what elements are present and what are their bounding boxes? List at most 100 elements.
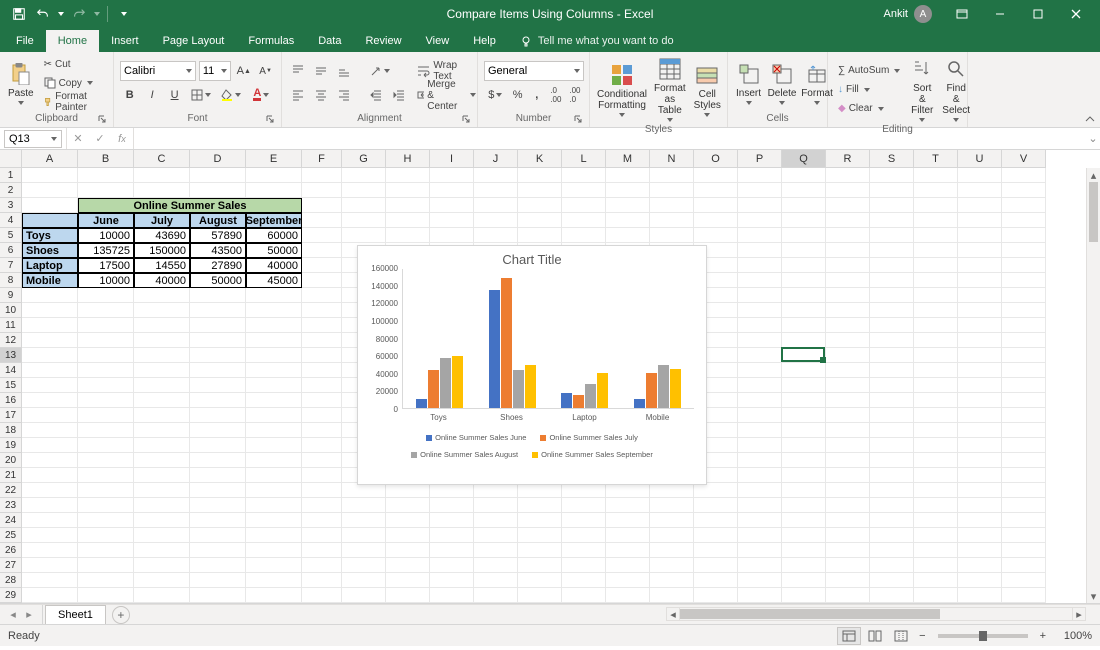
- cell-E5[interactable]: 60000: [246, 228, 302, 243]
- row-header-2[interactable]: 2: [0, 183, 22, 198]
- horizontal-scrollbar[interactable]: ◂ ▸: [666, 607, 1086, 621]
- save-icon[interactable]: [8, 3, 30, 25]
- number-format-combo[interactable]: General: [484, 61, 584, 81]
- cell-S13[interactable]: [870, 348, 914, 363]
- italic-button[interactable]: I: [142, 85, 161, 105]
- cell-V27[interactable]: [1002, 558, 1046, 573]
- cell-S28[interactable]: [870, 573, 914, 588]
- cell-S11[interactable]: [870, 318, 914, 333]
- cell-E19[interactable]: [246, 438, 302, 453]
- accounting-format-icon[interactable]: $: [484, 85, 507, 105]
- cell-G23[interactable]: [342, 498, 386, 513]
- paste-button[interactable]: Paste: [6, 60, 36, 107]
- cell-P12[interactable]: [738, 333, 782, 348]
- cell-M4[interactable]: [606, 213, 650, 228]
- cell-U21[interactable]: [958, 468, 1002, 483]
- redo-dropdown-icon[interactable]: [92, 3, 102, 25]
- cell-K22[interactable]: [518, 483, 562, 498]
- cell-R28[interactable]: [826, 573, 870, 588]
- cell-M22[interactable]: [606, 483, 650, 498]
- cell-J26[interactable]: [474, 543, 518, 558]
- scroll-up-icon[interactable]: ▴: [1087, 168, 1100, 182]
- cell-M2[interactable]: [606, 183, 650, 198]
- decrease-indent-icon[interactable]: [366, 85, 386, 105]
- cell-N29[interactable]: [650, 588, 694, 603]
- cell-C28[interactable]: [134, 573, 190, 588]
- increase-decimal-icon[interactable]: .0.00: [548, 85, 564, 105]
- cell-E16[interactable]: [246, 393, 302, 408]
- cell-D1[interactable]: [190, 168, 246, 183]
- cell-C20[interactable]: [134, 453, 190, 468]
- cell-S16[interactable]: [870, 393, 914, 408]
- border-button[interactable]: [187, 85, 214, 105]
- cell-B28[interactable]: [78, 573, 134, 588]
- cell-Q23[interactable]: [782, 498, 826, 513]
- cell-C8[interactable]: 40000: [134, 273, 190, 288]
- cell-U16[interactable]: [958, 393, 1002, 408]
- cell-V25[interactable]: [1002, 528, 1046, 543]
- cell-R29[interactable]: [826, 588, 870, 603]
- col-header-F[interactable]: F: [302, 150, 342, 168]
- cell-G3[interactable]: [342, 198, 386, 213]
- cell-A29[interactable]: [22, 588, 78, 603]
- cell-D16[interactable]: [190, 393, 246, 408]
- cell-E25[interactable]: [246, 528, 302, 543]
- row-header-25[interactable]: 25: [0, 528, 22, 543]
- cell-U17[interactable]: [958, 408, 1002, 423]
- cell-F29[interactable]: [302, 588, 342, 603]
- cell-P29[interactable]: [738, 588, 782, 603]
- cell-E29[interactable]: [246, 588, 302, 603]
- tab-page-layout[interactable]: Page Layout: [151, 30, 237, 52]
- cell-L23[interactable]: [562, 498, 606, 513]
- increase-font-icon[interactable]: A▲: [234, 61, 253, 81]
- cell-E7[interactable]: 40000: [246, 258, 302, 273]
- cell-H1[interactable]: [386, 168, 430, 183]
- cell-V12[interactable]: [1002, 333, 1046, 348]
- col-header-V[interactable]: V: [1002, 150, 1046, 168]
- cell-G27[interactable]: [342, 558, 386, 573]
- cancel-formula-icon[interactable]: ✕: [67, 129, 89, 149]
- vertical-scrollbar[interactable]: ▴ ▾: [1086, 168, 1100, 603]
- cell-D21[interactable]: [190, 468, 246, 483]
- cell-D24[interactable]: [190, 513, 246, 528]
- cell-K23[interactable]: [518, 498, 562, 513]
- cell-L26[interactable]: [562, 543, 606, 558]
- sheet-tab-sheet1[interactable]: Sheet1: [45, 605, 106, 624]
- normal-view-icon[interactable]: [837, 627, 861, 645]
- cell-F13[interactable]: [302, 348, 342, 363]
- cell-G24[interactable]: [342, 513, 386, 528]
- merge-center-button[interactable]: Merge & Center: [413, 84, 480, 106]
- cell-H4[interactable]: [386, 213, 430, 228]
- cell-V14[interactable]: [1002, 363, 1046, 378]
- cell-I4[interactable]: [430, 213, 474, 228]
- cell-B7[interactable]: 17500: [78, 258, 134, 273]
- cell-R3[interactable]: [826, 198, 870, 213]
- cell-T18[interactable]: [914, 423, 958, 438]
- cell-L24[interactable]: [562, 513, 606, 528]
- cell-E2[interactable]: [246, 183, 302, 198]
- cell-T3[interactable]: [914, 198, 958, 213]
- cell-S8[interactable]: [870, 273, 914, 288]
- cell-F15[interactable]: [302, 378, 342, 393]
- cell-B11[interactable]: [78, 318, 134, 333]
- cell-A28[interactable]: [22, 573, 78, 588]
- col-header-R[interactable]: R: [826, 150, 870, 168]
- cell-O27[interactable]: [694, 558, 738, 573]
- cell-O24[interactable]: [694, 513, 738, 528]
- cell-T22[interactable]: [914, 483, 958, 498]
- undo-icon[interactable]: [32, 3, 54, 25]
- cell-F8[interactable]: [302, 273, 342, 288]
- cell-L28[interactable]: [562, 573, 606, 588]
- cell-J5[interactable]: [474, 228, 518, 243]
- cell-E24[interactable]: [246, 513, 302, 528]
- minimize-button[interactable]: [982, 0, 1018, 28]
- cell-A13[interactable]: [22, 348, 78, 363]
- cell-E27[interactable]: [246, 558, 302, 573]
- cell-J2[interactable]: [474, 183, 518, 198]
- add-sheet-button[interactable]: +: [112, 606, 130, 624]
- cell-C1[interactable]: [134, 168, 190, 183]
- tell-me-search[interactable]: Tell me what you want to do: [508, 30, 686, 52]
- cell-A6[interactable]: Shoes: [22, 243, 78, 258]
- cell-B19[interactable]: [78, 438, 134, 453]
- cell-A1[interactable]: [22, 168, 78, 183]
